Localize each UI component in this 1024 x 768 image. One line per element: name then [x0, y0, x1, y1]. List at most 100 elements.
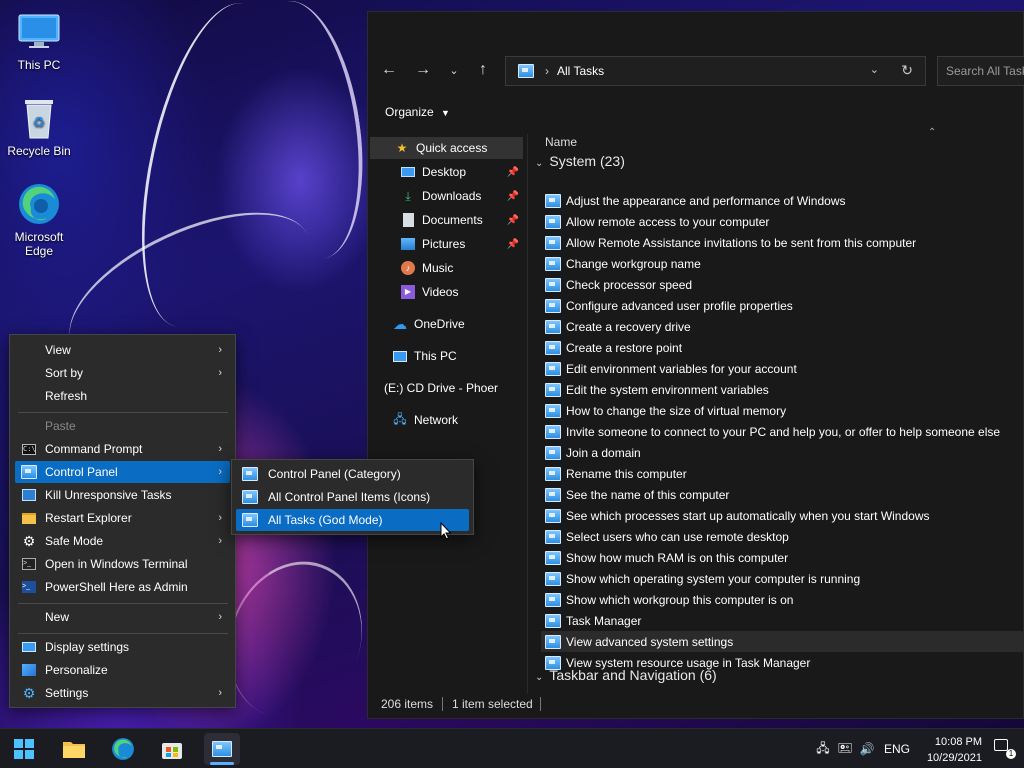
menu-item-personalize[interactable]: Personalize — [15, 659, 230, 681]
list-item[interactable]: Show how much RAM is on this computer — [541, 547, 1024, 568]
forward-arrow-icon[interactable]: → — [413, 60, 433, 80]
list-item-label: Select users who can use remote desktop — [566, 529, 789, 544]
list-item[interactable]: Configure advanced user profile properti… — [541, 295, 1024, 316]
organize-menu-button[interactable]: Organize ▼ — [385, 105, 450, 119]
menu-item-display-settings[interactable]: Display settings — [15, 636, 230, 658]
menu-item-view[interactable]: View › — [15, 339, 230, 361]
control-panel-task-icon — [545, 592, 561, 607]
chevron-down-icon: ⌄ — [535, 158, 544, 169]
nav-item-cd-drive[interactable]: (E:) CD Drive - Phoer — [384, 377, 523, 399]
nav-label: OneDrive — [414, 317, 465, 331]
menu-label: Personalize — [45, 663, 108, 677]
menu-item-command-prompt[interactable]: C:\ Command Prompt › — [15, 438, 230, 460]
list-item[interactable]: Edit environment variables for your acco… — [541, 358, 1024, 379]
menu-item-new[interactable]: New › — [15, 606, 230, 628]
nav-item-network[interactable]: 🖧 Network — [392, 409, 523, 431]
list-item[interactable]: Check processor speed — [541, 274, 1024, 295]
nav-item-desktop[interactable]: Desktop 📌 — [400, 161, 523, 183]
column-header-name[interactable]: Name — [545, 135, 577, 149]
volume-icon[interactable]: 🔊 — [856, 742, 878, 756]
menu-label: Settings — [45, 686, 89, 700]
taskbar-store[interactable] — [154, 733, 190, 765]
submenu-item-all-items[interactable]: All Control Panel Items (Icons) — [236, 486, 469, 508]
chevron-right-icon: › — [218, 466, 222, 478]
list-item[interactable]: Adjust the appearance and performance of… — [541, 190, 1024, 211]
list-item[interactable]: Invite someone to connect to your PC and… — [541, 421, 1024, 442]
submenu-item-god-mode[interactable]: All Tasks (God Mode) — [236, 509, 469, 531]
list-item[interactable]: Show which operating system your compute… — [541, 568, 1024, 589]
menu-item-control-panel[interactable]: Control Panel › — [15, 461, 230, 483]
nav-item-this-pc[interactable]: This PC — [392, 345, 523, 367]
recent-locations-chevron-icon[interactable]: ⌄ — [444, 60, 464, 80]
list-item[interactable]: See which processes start up automatical… — [541, 505, 1024, 526]
clock[interactable]: 10:08 PM 10/29/2021 — [927, 734, 982, 766]
start-button[interactable] — [6, 733, 42, 765]
submenu-item-category[interactable]: Control Panel (Category) — [236, 463, 469, 485]
group-label: System (23) — [549, 153, 625, 169]
list-item[interactable]: Allow remote access to your computer — [541, 211, 1024, 232]
nav-label: Network — [414, 413, 459, 427]
list-item[interactable]: Allow Remote Assistance invitations to b… — [541, 232, 1024, 253]
control-panel-task-icon — [545, 361, 561, 376]
organize-label: Organize — [385, 105, 434, 119]
breadcrumb-chevron-icon: › — [545, 64, 549, 78]
list-item[interactable]: Create a recovery drive — [541, 316, 1024, 337]
search-input[interactable]: Search All Tasks — [937, 56, 1024, 86]
refresh-icon[interactable]: ↻ — [901, 62, 913, 79]
menu-item-sort-by[interactable]: Sort by › — [15, 362, 230, 384]
taskbar-control-panel[interactable] — [204, 733, 240, 765]
nav-item-music[interactable]: ♪ Music — [400, 257, 523, 279]
menu-item-windows-terminal[interactable]: >_ Open in Windows Terminal — [15, 553, 230, 575]
menu-item-settings[interactable]: ⚙ Settings › — [15, 682, 230, 704]
list-item[interactable]: Change workgroup name — [541, 253, 1024, 274]
address-dropdown-icon[interactable]: ⌄ — [870, 63, 879, 76]
back-arrow-icon[interactable]: ← — [379, 60, 399, 80]
desktop-icon-edge[interactable]: Microsoft Edge — [4, 182, 74, 258]
control-panel-submenu: Control Panel (Category) All Control Pan… — [231, 459, 474, 535]
group-header-system[interactable]: ⌄ System (23) — [535, 153, 625, 169]
menu-label: All Control Panel Items (Icons) — [268, 490, 431, 504]
menu-item-safe-mode[interactable]: ⚙ Safe Mode › — [15, 530, 230, 552]
group-header-taskbar[interactable]: ⌄ Taskbar and Navigation (6) — [535, 667, 717, 683]
list-item[interactable]: How to change the size of virtual memory — [541, 400, 1024, 421]
nav-item-downloads[interactable]: ⤓ Downloads 📌 — [400, 185, 523, 207]
desktop-icon-this-pc[interactable]: This PC — [4, 10, 74, 72]
list-item[interactable]: Select users who can use remote desktop — [541, 526, 1024, 547]
nav-label: Videos — [422, 285, 459, 299]
list-item[interactable]: See the name of this computer — [541, 484, 1024, 505]
nav-item-quick-access[interactable]: ★ Quick access — [370, 137, 523, 159]
up-arrow-icon[interactable]: ↑ — [473, 60, 493, 80]
list-item[interactable]: Rename this computer — [541, 463, 1024, 484]
list-item[interactable]: Join a domain — [541, 442, 1024, 463]
menu-label: PowerShell Here as Admin — [45, 580, 188, 594]
list-item[interactable]: Edit the system environment variables — [541, 379, 1024, 400]
list-item[interactable]: Create a restore point — [541, 337, 1024, 358]
display-icon — [21, 639, 37, 655]
list-item[interactable]: Task Manager — [541, 610, 1024, 631]
menu-item-restart-explorer[interactable]: Restart Explorer › — [15, 507, 230, 529]
nav-item-pictures[interactable]: Pictures 📌 — [400, 233, 523, 255]
address-bar[interactable]: › All Tasks ⌄ ↻ — [505, 56, 926, 86]
language-indicator[interactable]: ENG — [884, 742, 910, 756]
pin-icon: 📌 — [506, 214, 519, 226]
nav-item-videos[interactable]: ▶ Videos — [400, 281, 523, 303]
desktop-icon-recycle-bin[interactable]: ♻ Recycle Bin — [4, 96, 74, 158]
list-item[interactable]: View advanced system settings — [541, 631, 1024, 652]
chevron-right-icon: › — [218, 443, 222, 455]
menu-item-refresh[interactable]: Refresh — [15, 385, 230, 407]
menu-item-kill-tasks[interactable]: Kill Unresponsive Tasks — [15, 484, 230, 506]
taskbar-edge[interactable] — [105, 733, 141, 765]
hardware-tray-icon[interactable]: 🖭 — [834, 739, 856, 760]
taskbar-file-explorer[interactable] — [56, 733, 92, 765]
control-panel-task-icon — [545, 466, 561, 481]
menu-label: View — [45, 343, 71, 357]
list-item[interactable]: Show which workgroup this computer is on — [541, 589, 1024, 610]
menu-item-powershell-admin[interactable]: >_ PowerShell Here as Admin — [15, 576, 230, 598]
nav-item-documents[interactable]: Documents 📌 — [400, 209, 523, 231]
control-panel-task-icon — [545, 487, 561, 502]
network-tray-icon[interactable]: 🖧 — [812, 739, 834, 760]
clock-time: 10:08 PM — [934, 736, 982, 748]
notifications-button[interactable]: 1 — [994, 739, 1016, 759]
nav-item-onedrive[interactable]: ☁ OneDrive — [392, 313, 523, 335]
pane-divider[interactable] — [527, 134, 528, 694]
